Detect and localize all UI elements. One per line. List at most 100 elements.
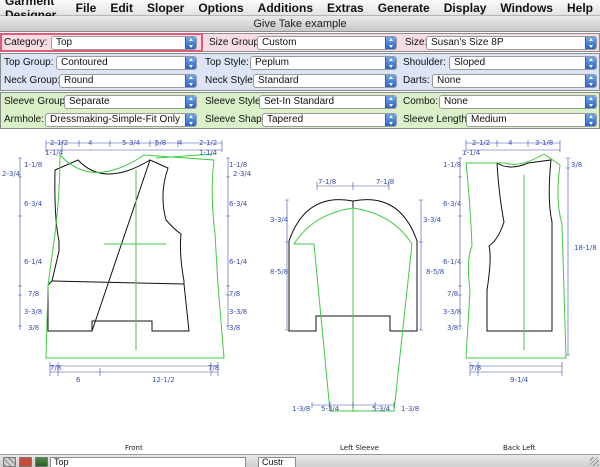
status-record-icon[interactable] <box>19 457 32 467</box>
front-dim-top-b: 4 <box>88 139 93 147</box>
front-dim-left-5: 7/8 <box>28 290 39 298</box>
menu-help[interactable]: Help <box>560 1 600 15</box>
front-dim-right-4: 6-1/4 <box>229 258 248 266</box>
back-piece[interactable] <box>465 153 567 359</box>
top-style-label: Top Style: <box>205 57 249 68</box>
menu-edit[interactable]: Edit <box>103 1 140 15</box>
darts-select[interactable]: None <box>432 74 597 88</box>
chevron-updown-icon <box>385 114 396 126</box>
neck-style-select[interactable]: Standard <box>253 74 397 88</box>
sleeve-style-value: Set-In Standard <box>264 96 335 107</box>
menu-windows[interactable]: Windows <box>493 1 560 15</box>
chevron-updown-icon <box>185 75 196 87</box>
sleeve-shape-label: Sleeve Shape: <box>205 114 271 125</box>
menu-generate[interactable]: Generate <box>371 1 437 15</box>
menu-file[interactable]: File <box>69 1 104 15</box>
sleeve-style-label: Sleeve Style: <box>205 96 264 107</box>
back-dim-bottom-b: 9-1/4 <box>510 376 529 384</box>
sleeve-group-select[interactable]: Separate <box>64 95 197 109</box>
window-titlebar[interactable]: Give Take example <box>0 16 600 32</box>
front-dim-top-c: 5-3/4 <box>122 139 141 147</box>
darts-label: Darts: <box>403 75 430 86</box>
sleeve-dim-right-2: 8-5/8 <box>426 268 444 276</box>
front-overlap-line <box>91 159 151 332</box>
back-dim-bottom-a: 7/8 <box>470 364 481 372</box>
sleeve-piece-caption: Left Sleeve <box>340 444 379 452</box>
chevron-updown-icon <box>185 96 196 108</box>
shoulder-select[interactable]: Sloped <box>449 56 597 70</box>
top-style-select[interactable]: Peplum <box>250 56 397 70</box>
chevron-updown-icon <box>585 114 596 126</box>
sleeve-piece[interactable] <box>288 199 418 412</box>
menu-options[interactable]: Options <box>191 1 250 15</box>
chevron-updown-icon <box>385 37 396 49</box>
pattern-svg: 2-1/2 4 5-3/4 5/8 4 2-1/2 1-1/4 1-1/4 1-… <box>2 139 597 452</box>
sleeve-dim-left-1: 3-3/4 <box>270 216 289 224</box>
status-striped-icon[interactable] <box>3 457 16 467</box>
chevron-updown-icon <box>385 75 396 87</box>
front-pattern-outline <box>47 159 190 332</box>
sleeve-dim-left-2: 8-5/8 <box>270 268 288 276</box>
front-dim-right-5: 7/8 <box>229 290 240 298</box>
front-dim-bottom-b: 7/8 <box>208 364 219 372</box>
back-pattern-outline <box>486 159 553 332</box>
sleeve-length-select[interactable]: Medium <box>466 113 597 127</box>
status-top-value: Top <box>54 457 69 467</box>
status-layer-icon[interactable] <box>35 457 48 467</box>
chevron-updown-icon <box>185 57 196 69</box>
pattern-canvas[interactable]: 2-1/2 4 5-3/4 5/8 4 2-1/2 1-1/4 1-1/4 1-… <box>0 130 600 454</box>
neck-group-value: Round <box>64 75 94 86</box>
front-dim-right-1: 1-1/8 <box>229 161 247 169</box>
sleeve-dim-bottom-c: 5-3/4 <box>372 405 391 413</box>
chevron-updown-icon <box>585 37 596 49</box>
chevron-updown-icon <box>585 75 596 87</box>
size-select[interactable]: Susan's Size 8P <box>426 36 597 50</box>
neck-style-label: Neck Style: <box>205 75 256 86</box>
dimension-lines <box>18 140 570 408</box>
status-top-field[interactable]: Top <box>50 457 246 467</box>
front-dim-top-h: 1-1/4 <box>199 149 218 157</box>
front-dim-top-a: 2-1/2 <box>50 139 68 147</box>
back-dim-left-5: 3-3/8 <box>443 308 461 316</box>
menu-additions[interactable]: Additions <box>251 1 320 15</box>
back-dim-right-1: 3/8 <box>571 161 582 169</box>
status-bar: Top Custr <box>0 454 600 467</box>
sleeve-dim-top-a: 7-1/8 <box>318 178 336 186</box>
front-dim-left-4: 6-1/4 <box>24 258 43 266</box>
menu-display[interactable]: Display <box>437 1 494 15</box>
sleeve-length-label: Sleeve Length: <box>403 114 470 125</box>
size-label: Size: <box>405 37 428 48</box>
resize-grip-icon[interactable] <box>590 457 599 466</box>
front-dim-right-3: 6-3/4 <box>229 200 248 208</box>
front-dim-bottom-a: 7/8 <box>50 364 61 372</box>
menu-extras[interactable]: Extras <box>320 1 371 15</box>
neck-group-label: Neck Group: <box>4 75 61 86</box>
status-custom-field[interactable]: Custr <box>258 457 296 467</box>
front-piece[interactable] <box>45 153 225 359</box>
chevron-updown-icon <box>185 37 196 49</box>
top-group-select[interactable]: Contoured <box>56 56 197 70</box>
sleeve-group-label: Sleeve Group: <box>4 96 68 107</box>
back-seam-allowance <box>465 153 567 359</box>
shoulder-label: Shoulder: <box>403 57 446 68</box>
size-group-select[interactable]: Custom <box>257 36 397 50</box>
sleeve-style-select[interactable]: Set-In Standard <box>259 95 397 109</box>
status-custom-value: Custr <box>262 457 284 467</box>
category-select[interactable]: Top <box>51 36 197 50</box>
front-dim-left-7: 3/8 <box>28 324 39 332</box>
front-dim-right-2: 2-3/4 <box>233 170 252 178</box>
front-dim-bottom-c: 6 <box>76 376 81 384</box>
back-dim-left-4: 7/8 <box>447 290 458 298</box>
size-group-label: Size Group: <box>209 37 262 48</box>
combo-select[interactable]: None <box>439 95 597 109</box>
neck-group-select[interactable]: Round <box>59 74 197 88</box>
menu-sloper[interactable]: Sloper <box>140 1 191 15</box>
front-dim-top-e: 4 <box>178 139 183 147</box>
back-dim-right-2: 18-1/8 <box>574 244 597 252</box>
sleeve-shape-select[interactable]: Tapered <box>262 113 397 127</box>
chevron-updown-icon <box>585 57 596 69</box>
top-group-label: Top Group: <box>4 57 54 68</box>
top-group-value: Contoured <box>61 57 108 68</box>
armhole-select[interactable]: Dressmaking-Simple-Fit Only <box>45 113 197 127</box>
front-dim-top-g: 1-1/4 <box>45 149 64 157</box>
